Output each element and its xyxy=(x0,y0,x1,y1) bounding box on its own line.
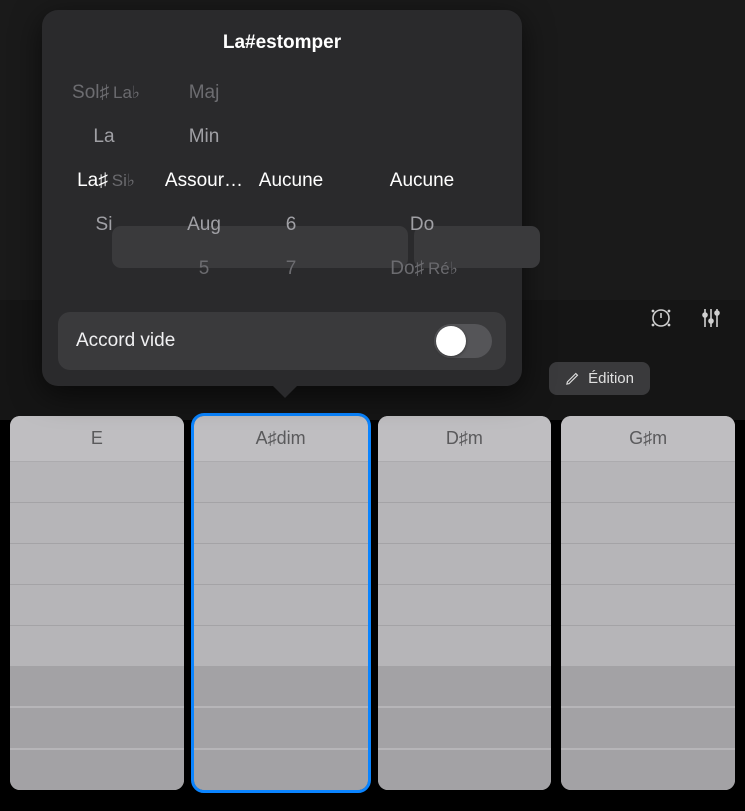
popover-title: La#estomper xyxy=(58,32,506,54)
empty-chord-row: Accord vide xyxy=(58,312,506,370)
chord-strip-label: G♯m xyxy=(561,416,735,462)
chord-strips: E A♯dim D♯m G♯m xyxy=(6,416,739,790)
chord-strip-2[interactable]: D♯m xyxy=(378,416,552,790)
pencil-icon xyxy=(565,371,580,386)
chord-quality-picker[interactable]: Maj Min Assour… Aug 5 xyxy=(158,78,250,284)
strip-strings[interactable] xyxy=(10,462,184,790)
timing-icon[interactable] xyxy=(649,306,673,330)
root-note-picker[interactable]: Sol♯La♭ La La♯Si♭ Si xyxy=(58,78,154,284)
chord-edit-popover: La#estomper Sol♯La♭ La La♯Si♭ Si Maj Min… xyxy=(42,10,522,386)
toggle-knob xyxy=(436,326,466,356)
bass-note-picker[interactable]: Aucune Do Do♯Ré♭ xyxy=(376,78,472,284)
chord-strip-label: E xyxy=(10,416,184,462)
chord-strip-1[interactable]: A♯dim xyxy=(194,416,368,790)
edit-button-label: Édition xyxy=(588,370,634,387)
chord-strip-label: A♯dim xyxy=(194,416,368,462)
sliders-icon[interactable] xyxy=(699,306,723,330)
empty-chord-toggle[interactable] xyxy=(434,324,492,358)
top-toolbar xyxy=(649,306,723,330)
strip-strings[interactable] xyxy=(194,462,368,790)
chord-strip-0[interactable]: E xyxy=(10,416,184,790)
strip-strings[interactable] xyxy=(561,462,735,790)
edit-button[interactable]: Édition xyxy=(549,362,650,395)
empty-chord-label: Accord vide xyxy=(76,330,175,352)
chord-strip-3[interactable]: G♯m xyxy=(561,416,735,790)
chord-strip-label: D♯m xyxy=(378,416,552,462)
strip-strings[interactable] xyxy=(378,462,552,790)
chord-extension-picker[interactable]: Aucune 6 7 xyxy=(250,78,332,284)
